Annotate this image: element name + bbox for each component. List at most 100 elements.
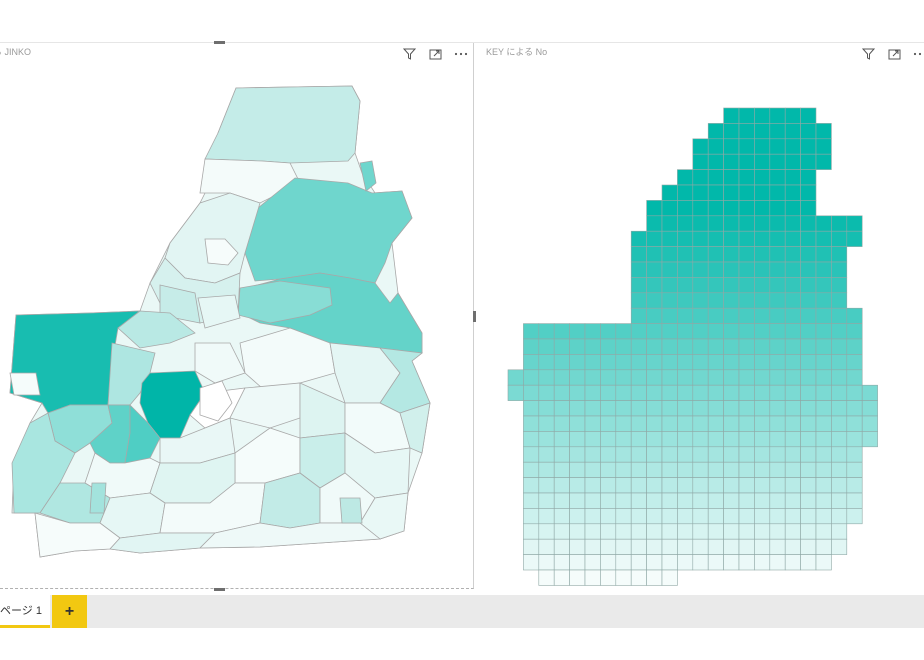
- grid-tile[interactable]: [646, 246, 663, 263]
- grid-tile[interactable]: [831, 384, 848, 401]
- grid-tile[interactable]: [600, 554, 617, 571]
- grid-tile[interactable]: [646, 508, 663, 525]
- grid-tile[interactable]: [630, 508, 647, 525]
- grid-tile[interactable]: [769, 200, 786, 217]
- grid-tile[interactable]: [569, 554, 586, 571]
- grid-tile[interactable]: [769, 292, 786, 309]
- grid-tile[interactable]: [846, 338, 863, 355]
- grid-tile[interactable]: [661, 461, 678, 478]
- grid-tile[interactable]: [553, 523, 570, 540]
- grid-tile[interactable]: [615, 538, 632, 555]
- grid-tile[interactable]: [723, 400, 740, 417]
- grid-tile[interactable]: [723, 323, 740, 340]
- grid-tile[interactable]: [538, 538, 555, 555]
- grid-tile[interactable]: [800, 523, 817, 540]
- resize-handle-bottom[interactable]: [214, 588, 225, 591]
- grid-tile[interactable]: [600, 431, 617, 448]
- grid-tile[interactable]: [754, 554, 771, 571]
- grid-tile[interactable]: [831, 400, 848, 417]
- grid-tile[interactable]: [784, 230, 801, 247]
- grid-tile[interactable]: [738, 477, 755, 494]
- grid-tile[interactable]: [692, 169, 709, 186]
- grid-tile[interactable]: [646, 200, 663, 217]
- grid-tile[interactable]: [600, 400, 617, 417]
- grid-tile[interactable]: [784, 492, 801, 509]
- grid-tile[interactable]: [523, 323, 540, 340]
- grid-tile[interactable]: [661, 184, 678, 201]
- grid-tile[interactable]: [692, 246, 709, 263]
- grid-tile[interactable]: [784, 184, 801, 201]
- grid-tile[interactable]: [569, 369, 586, 386]
- grid-tile[interactable]: [707, 307, 724, 324]
- grid-tile[interactable]: [738, 554, 755, 571]
- grid-tile[interactable]: [600, 446, 617, 463]
- grid-tile[interactable]: [723, 307, 740, 324]
- grid-tile[interactable]: [815, 508, 832, 525]
- grid-tile[interactable]: [661, 554, 678, 571]
- grid-tile[interactable]: [784, 246, 801, 263]
- grid-tile[interactable]: [738, 415, 755, 432]
- grid-tile[interactable]: [831, 307, 848, 324]
- grid-tile[interactable]: [800, 261, 817, 278]
- grid-tile[interactable]: [784, 431, 801, 448]
- grid-tile[interactable]: [707, 169, 724, 186]
- grid-tile[interactable]: [815, 323, 832, 340]
- grid-tile[interactable]: [661, 415, 678, 432]
- grid-tile[interactable]: [723, 277, 740, 294]
- grid-tile[interactable]: [630, 415, 647, 432]
- grid-tile[interactable]: [600, 492, 617, 509]
- grid-tile[interactable]: [553, 477, 570, 494]
- grid-tile[interactable]: [784, 508, 801, 525]
- resize-handle-right[interactable]: [473, 311, 476, 322]
- grid-tile[interactable]: [815, 369, 832, 386]
- grid-tile[interactable]: [615, 415, 632, 432]
- grid-tile[interactable]: [615, 554, 632, 571]
- grid-tile[interactable]: [815, 153, 832, 170]
- grid-tile[interactable]: [723, 153, 740, 170]
- grid-tile[interactable]: [523, 446, 540, 463]
- grid-tile[interactable]: [692, 523, 709, 540]
- grid-tile[interactable]: [800, 477, 817, 494]
- grid-tile[interactable]: [769, 492, 786, 509]
- resize-handle-top[interactable]: [214, 41, 225, 44]
- grid-tile[interactable]: [661, 230, 678, 247]
- grid-tile[interactable]: [723, 184, 740, 201]
- grid-tile[interactable]: [646, 230, 663, 247]
- grid-tile[interactable]: [553, 323, 570, 340]
- grid-tile[interactable]: [615, 431, 632, 448]
- grid-tile[interactable]: [538, 354, 555, 371]
- grid-tile[interactable]: [846, 461, 863, 478]
- grid-tile[interactable]: [630, 384, 647, 401]
- grid-tile[interactable]: [831, 415, 848, 432]
- grid-tile[interactable]: [677, 277, 694, 294]
- grid-tile[interactable]: [815, 215, 832, 232]
- grid-tile[interactable]: [784, 369, 801, 386]
- grid-tile[interactable]: [769, 277, 786, 294]
- grid-tile[interactable]: [553, 431, 570, 448]
- grid-tile[interactable]: [615, 477, 632, 494]
- grid-tile[interactable]: [769, 261, 786, 278]
- grid-tile[interactable]: [707, 338, 724, 355]
- grid-tile[interactable]: [646, 338, 663, 355]
- grid-tile[interactable]: [646, 215, 663, 232]
- grid-tile[interactable]: [846, 446, 863, 463]
- grid-tile[interactable]: [815, 384, 832, 401]
- grid-tile[interactable]: [769, 431, 786, 448]
- grid-tile[interactable]: [723, 138, 740, 155]
- grid-tile[interactable]: [538, 415, 555, 432]
- grid-tile[interactable]: [754, 277, 771, 294]
- grid-tile[interactable]: [630, 261, 647, 278]
- grid-tile[interactable]: [677, 169, 694, 186]
- grid-tile[interactable]: [569, 338, 586, 355]
- grid-tile[interactable]: [677, 230, 694, 247]
- grid-tile[interactable]: [723, 292, 740, 309]
- grid-tile[interactable]: [538, 492, 555, 509]
- grid-tile[interactable]: [707, 246, 724, 263]
- grid-tile[interactable]: [584, 461, 601, 478]
- grid-tile[interactable]: [754, 138, 771, 155]
- grid-tile[interactable]: [584, 477, 601, 494]
- grid-tile[interactable]: [800, 230, 817, 247]
- grid-tile[interactable]: [677, 215, 694, 232]
- grid-tile[interactable]: [784, 446, 801, 463]
- grid-tile[interactable]: [800, 307, 817, 324]
